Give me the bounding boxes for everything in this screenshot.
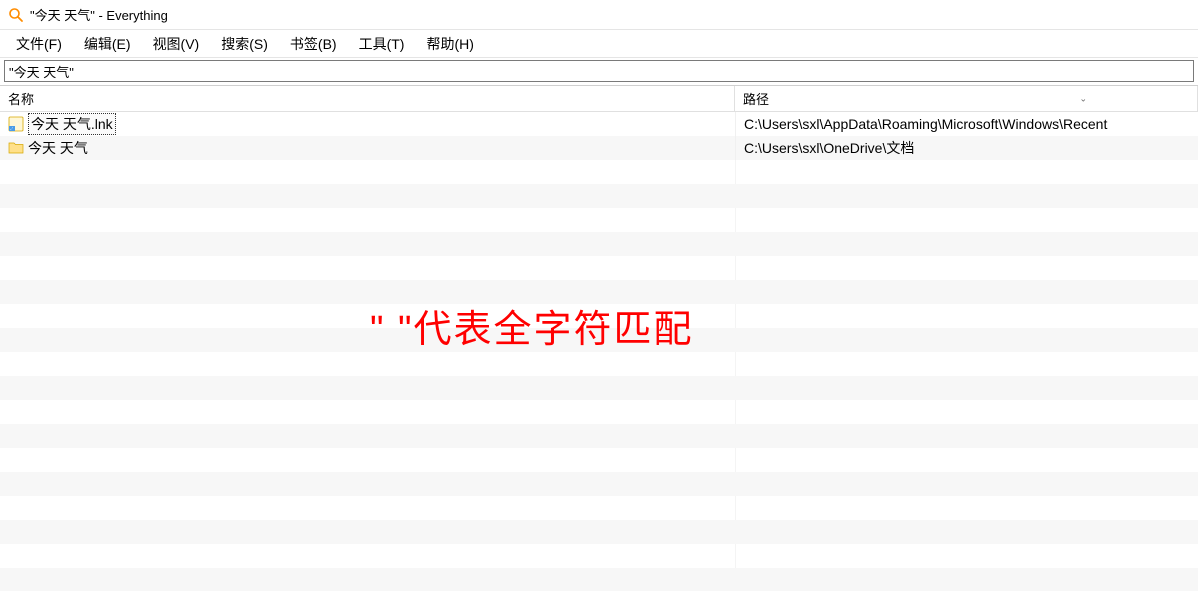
- menu-help[interactable]: 帮助(H): [416, 31, 483, 57]
- shortcut-icon: [8, 116, 24, 132]
- folder-icon: [8, 140, 24, 156]
- table-row[interactable]: 今天 天气 C:\Users\sxl\OneDrive\文档: [0, 136, 1198, 160]
- path-label: C:\Users\sxl\AppData\Roaming\Microsoft\W…: [744, 116, 1107, 132]
- menu-view[interactable]: 视图(V): [143, 31, 210, 57]
- file-name-label: 今天 天气: [28, 138, 88, 158]
- column-header-path-label: 路径: [743, 89, 769, 108]
- menu-file[interactable]: 文件(F): [6, 31, 72, 57]
- menu-edit[interactable]: 编辑(E): [74, 31, 141, 57]
- menu-tools[interactable]: 工具(T): [349, 31, 415, 57]
- search-bar: [0, 58, 1198, 86]
- menu-bookmarks[interactable]: 书签(B): [280, 31, 347, 57]
- column-header-name[interactable]: 名称: [0, 86, 735, 111]
- cell-path: C:\Users\sxl\OneDrive\文档: [735, 136, 1198, 160]
- path-label: C:\Users\sxl\OneDrive\文档: [744, 138, 914, 158]
- cell-path: C:\Users\sxl\AppData\Roaming\Microsoft\W…: [735, 112, 1198, 136]
- title-bar: "今天 天气" - Everything: [0, 0, 1198, 30]
- file-name-label: 今天 天气.lnk: [28, 113, 116, 135]
- row-stripes: [0, 112, 1198, 591]
- window-title: "今天 天气" - Everything: [30, 5, 168, 24]
- cell-name: 今天 天气: [0, 136, 735, 160]
- column-headers: 名称 路径 ⌄: [0, 86, 1198, 112]
- search-input[interactable]: [4, 60, 1194, 82]
- menu-search[interactable]: 搜索(S): [211, 31, 278, 57]
- cell-name: 今天 天气.lnk: [0, 112, 735, 136]
- column-header-path[interactable]: 路径 ⌄: [735, 86, 1198, 111]
- app-icon: [8, 7, 24, 23]
- table-row[interactable]: 今天 天气.lnk C:\Users\sxl\AppData\Roaming\M…: [0, 112, 1198, 136]
- menu-bar: 文件(F) 编辑(E) 视图(V) 搜索(S) 书签(B) 工具(T) 帮助(H…: [0, 30, 1198, 58]
- sort-indicator-icon: ⌄: [1079, 93, 1087, 104]
- results-list[interactable]: 今天 天气.lnk C:\Users\sxl\AppData\Roaming\M…: [0, 112, 1198, 591]
